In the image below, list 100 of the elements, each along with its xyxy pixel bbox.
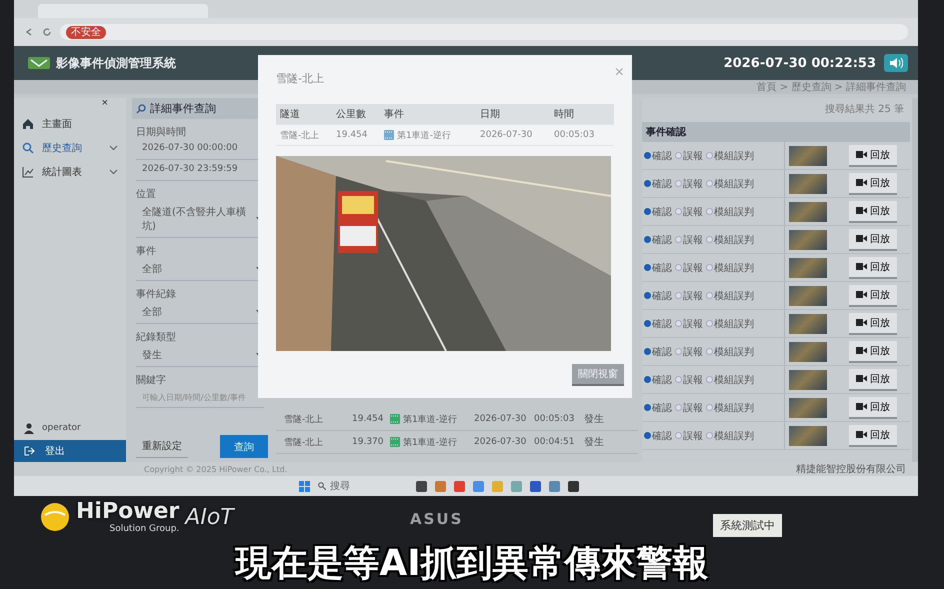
replay-button[interactable]: 回放 [849,368,897,390]
radio-option[interactable]: 誤報 [675,260,703,274]
table-cell-text: 19.370 [352,437,384,447]
search-icon [22,142,34,154]
radio-button[interactable] [706,376,713,383]
replay-button[interactable]: 回放 [849,284,897,306]
address-field[interactable]: 不安全 [60,24,908,40]
chevron-down-icon [109,169,118,175]
radio-button[interactable] [706,180,713,187]
replay-button[interactable]: 回放 [849,340,897,362]
radio-button[interactable] [675,208,682,215]
radio-option[interactable]: 誤報 [675,316,703,330]
radio-option[interactable]: 確認 [644,260,672,274]
logout-button[interactable]: 登出 [14,440,126,462]
radio-button[interactable] [675,292,682,299]
radio-option[interactable]: 模組誤判 [706,176,754,190]
radio-option[interactable]: 模組誤判 [706,344,754,358]
close-sidebar-button[interactable]: × [100,96,110,110]
radio-option[interactable]: 模組誤判 [706,316,754,330]
replay-button[interactable]: 回放 [849,312,897,334]
close-dialog-button[interactable]: 關閉視窗 [572,364,624,386]
replay-button[interactable]: 回放 [849,228,897,250]
radio-option[interactable]: 模組誤判 [706,204,754,218]
radio-button[interactable] [675,236,682,243]
radio-button[interactable] [675,264,682,271]
radio-option[interactable]: 模組誤判 [706,372,754,386]
radio-option[interactable]: 確認 [644,204,672,218]
replay-button[interactable]: 回放 [849,144,897,166]
sidebar-item[interactable]: 歷史查詢 [14,136,126,160]
radio-option[interactable]: 模組誤判 [706,400,754,414]
replay-button[interactable]: 回放 [849,172,897,194]
radio-button[interactable] [706,292,713,299]
radio-button[interactable] [675,180,682,187]
radio-button[interactable] [706,320,713,327]
sidebar-item[interactable]: 主畫面 [14,112,126,136]
radio-option[interactable]: 確認 [644,232,672,246]
radio-button[interactable] [675,348,682,355]
radio-button[interactable] [644,236,651,243]
radio-option[interactable]: 誤報 [675,148,703,162]
radio-option[interactable]: 模組誤判 [706,148,754,162]
radio-option[interactable]: 誤報 [675,372,703,386]
radio-option[interactable]: 確認 [644,176,672,190]
radio-option[interactable]: 誤報 [675,288,703,302]
search-button[interactable]: 查詢 [220,435,268,458]
keyword-input[interactable]: 可輸入日期/時間/公里數/事件 [136,387,264,408]
radio-button[interactable] [644,180,651,187]
radio-option[interactable]: 誤報 [675,400,703,414]
radio-button[interactable] [644,152,651,159]
radio-button[interactable] [675,432,682,439]
sidebar-item[interactable]: 統計圖表 [14,160,126,184]
radio-option[interactable]: 誤報 [675,176,703,190]
replay-button[interactable]: 回放 [849,396,897,418]
reset-button[interactable]: 重新設定 [136,435,188,458]
radio-option[interactable]: 確認 [644,288,672,302]
speaker-button[interactable] [884,54,908,72]
thumbnail-placeholder [789,370,827,390]
radio-button[interactable] [644,264,651,271]
thumbnail-placeholder [789,258,827,278]
radio-button[interactable] [675,376,682,383]
radio-button[interactable] [706,432,713,439]
radio-option[interactable]: 確認 [644,148,672,162]
radio-option[interactable]: 確認 [644,344,672,358]
radio-option[interactable]: 確認 [644,428,672,442]
radio-button[interactable] [706,348,713,355]
radio-option[interactable]: 模組誤判 [706,428,754,442]
film-icon [384,130,394,140]
radio-button[interactable] [644,404,651,411]
radio-button[interactable] [706,236,713,243]
home-icon [22,118,34,130]
radio-button[interactable] [675,404,682,411]
radio-option[interactable]: 誤報 [675,344,703,358]
radio-button[interactable] [644,292,651,299]
radio-option[interactable]: 誤報 [675,428,703,442]
radio-button[interactable] [644,348,651,355]
radio-option[interactable]: 確認 [644,400,672,414]
replay-button[interactable]: 回放 [849,200,897,222]
radio-button[interactable] [644,320,651,327]
scrollbar[interactable] [910,98,918,462]
radio-button[interactable] [706,208,713,215]
radio-button[interactable] [706,404,713,411]
radio-option[interactable]: 模組誤判 [706,260,754,274]
replay-button[interactable]: 回放 [849,256,897,278]
taskbar-search[interactable]: 搜尋 [318,479,408,493]
app-icon [549,480,560,492]
radio-button[interactable] [675,152,682,159]
thumbnail-placeholder [789,314,827,334]
radio-option[interactable]: 確認 [644,372,672,386]
radio-button[interactable] [675,320,682,327]
replay-button[interactable]: 回放 [849,424,897,446]
radio-option[interactable]: 模組誤判 [706,232,754,246]
radio-button[interactable] [706,264,713,271]
table-cell: 第1車道-逆行 [390,412,474,426]
radio-option[interactable]: 模組誤判 [706,288,754,302]
radio-button[interactable] [644,376,651,383]
radio-button[interactable] [706,152,713,159]
radio-option[interactable]: 誤報 [675,232,703,246]
radio-button[interactable] [644,432,651,439]
radio-button[interactable] [644,208,651,215]
radio-option[interactable]: 確認 [644,316,672,330]
radio-option[interactable]: 誤報 [675,204,703,218]
